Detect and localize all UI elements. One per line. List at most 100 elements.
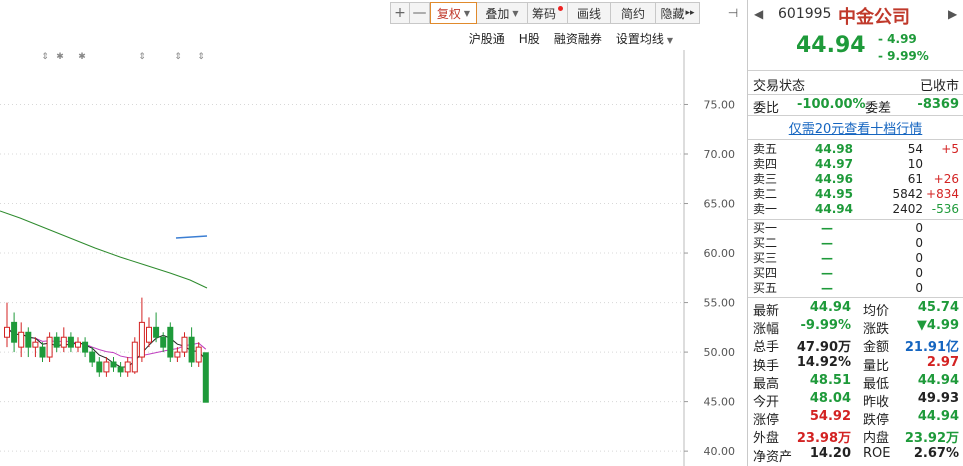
margin-trading-link[interactable]: 融资融券 xyxy=(554,30,602,47)
bid-level-label: 买一 xyxy=(753,221,778,235)
ask-row[interactable]: 卖二 44.95 5842 +834 xyxy=(753,188,959,201)
candle-down xyxy=(53,336,60,348)
overlay-dropdown[interactable]: 叠加 ▼ xyxy=(477,2,528,24)
bid-volume: 0 xyxy=(915,236,923,250)
stat-value: 44.94 xyxy=(917,372,959,388)
chips-label: 筹码 xyxy=(531,6,556,21)
bid-price: — xyxy=(821,251,833,265)
ma-line-blue xyxy=(175,235,208,239)
stat-label: 净资产 xyxy=(753,449,793,465)
hide-button[interactable]: 隐藏 ▸▸ xyxy=(656,2,700,24)
y-tick-label: 40.00 xyxy=(704,445,736,458)
stat-row: 净资产 14.20 ROE 2.67% xyxy=(748,445,963,465)
collapse-panel-icon[interactable]: ⊣ xyxy=(726,2,740,24)
chips-button[interactable]: 筹码 xyxy=(528,2,568,24)
stat-value: -9.99% xyxy=(800,318,852,334)
candle-up xyxy=(124,361,131,373)
divider xyxy=(748,297,963,298)
stat-value: 2.97 xyxy=(926,354,959,370)
ask-volume: 61 xyxy=(907,172,923,186)
stat-row: 涨幅 -9.99% 涨跌 ▼4.99 xyxy=(748,318,963,337)
bid-price: — xyxy=(821,221,833,235)
stat-label: 量比 xyxy=(863,358,890,374)
stat-label: 总手 xyxy=(753,340,780,356)
candle-up xyxy=(4,326,10,338)
divider xyxy=(748,70,963,71)
ask-price: 44.94 xyxy=(815,202,853,216)
price-change-pct: - 9.99% xyxy=(878,49,929,63)
kline-chart[interactable]: 75.00 70.00 65.00 60.00 55.00 50.00 45.00 40.00… xyxy=(0,0,747,466)
ask-row[interactable]: 卖五 44.98 54 +5 xyxy=(753,143,959,156)
bid-row[interactable]: 买三 — 0 xyxy=(753,252,959,265)
zoom-out-button[interactable]: — xyxy=(410,2,430,24)
trade-status-row: 交易状态 已收市 xyxy=(753,75,959,94)
ask-volume-change: +26 xyxy=(933,172,959,186)
ask-volume-change: -536 xyxy=(931,202,959,216)
stat-value: 21.91亿 xyxy=(904,340,959,356)
candle-up xyxy=(18,331,25,348)
ask-volume: 2402 xyxy=(892,202,923,216)
bid-volume: 0 xyxy=(915,221,923,235)
ask-price: 44.96 xyxy=(815,172,853,186)
stat-label: 今开 xyxy=(753,395,780,410)
y-tick-label: 45.00 xyxy=(704,396,736,409)
bid-price: — xyxy=(821,236,833,250)
stat-value: 54.92 xyxy=(809,409,851,425)
level2-promo-link[interactable]: 仅需20元查看十档行情 xyxy=(748,118,963,137)
stat-value: 49.93 xyxy=(917,391,959,406)
stat-label: 跌停 xyxy=(863,413,890,429)
stat-value: 2.67% xyxy=(913,445,959,461)
ma-settings-link[interactable]: 设置均线 ▼ xyxy=(616,30,673,47)
bid-level-label: 买五 xyxy=(753,281,778,295)
stat-value: 14.92% xyxy=(796,354,851,370)
weibi-label: 委比 xyxy=(753,101,780,116)
simple-mode-button[interactable]: 简约 xyxy=(611,2,656,24)
stat-label: 内盘 xyxy=(863,431,890,447)
weibi-row: 委比 -100.00% 委差 -8369 xyxy=(753,97,959,116)
bid-row[interactable]: 买一 — 0 xyxy=(753,222,959,235)
weibi-value: -100.00% xyxy=(797,97,866,112)
stat-row: 最高 48.51 最低 44.94 xyxy=(748,372,963,392)
next-stock-icon[interactable]: ▶ xyxy=(948,7,957,21)
divider xyxy=(748,115,963,116)
ask-row[interactable]: 卖三 44.96 61 +26 xyxy=(753,173,959,186)
bid-row[interactable]: 买二 — 0 xyxy=(753,237,959,250)
double-chevron-right-icon: ▸▸ xyxy=(685,8,695,18)
bid-level-label: 买二 xyxy=(753,236,778,250)
candle-up xyxy=(75,341,81,348)
ask-volume: 5842 xyxy=(892,187,923,201)
fuquan-label: 复权 xyxy=(436,6,461,21)
ask-volume: 10 xyxy=(907,157,923,171)
zoom-in-button[interactable]: + xyxy=(390,2,410,24)
draw-line-button[interactable]: 画线 xyxy=(568,2,611,24)
ask-row[interactable]: 卖一 44.94 2402 -536 xyxy=(753,203,959,216)
divider xyxy=(748,94,963,95)
fuquan-dropdown[interactable]: 复权 ▼ xyxy=(430,2,477,24)
candle-up xyxy=(174,351,181,358)
bid-volume: 0 xyxy=(915,251,923,265)
candle-down xyxy=(25,331,32,348)
ask-level-label: 卖五 xyxy=(753,142,778,156)
candle-down xyxy=(96,361,103,373)
stat-value: 23.98万 xyxy=(796,431,851,447)
candle-down xyxy=(89,351,96,363)
ask-level-label: 卖三 xyxy=(753,172,778,186)
ask-row[interactable]: 卖四 44.97 10 xyxy=(753,158,959,171)
event-marker-icon: ⇕ xyxy=(41,52,49,62)
hk-connect-link[interactable]: 沪股通 xyxy=(469,30,505,47)
bid-row[interactable]: 买五 — 0 xyxy=(753,282,959,295)
bid-volume: 0 xyxy=(915,281,923,295)
candle-down xyxy=(11,321,18,343)
weicha-label: 委差 xyxy=(865,101,892,116)
candle-up xyxy=(131,341,138,373)
candle-down xyxy=(82,341,89,353)
ask-level-label: 卖二 xyxy=(753,187,778,201)
candle-down xyxy=(167,326,174,358)
stat-value: 23.92万 xyxy=(904,431,959,447)
prev-stock-icon[interactable]: ◀ xyxy=(754,7,763,21)
h-share-link[interactable]: H股 xyxy=(519,30,540,47)
candle-up xyxy=(195,346,202,363)
weicha-value: -8369 xyxy=(917,97,959,112)
bid-row[interactable]: 买四 — 0 xyxy=(753,267,959,280)
event-marker-icon: ✱ xyxy=(56,52,64,62)
